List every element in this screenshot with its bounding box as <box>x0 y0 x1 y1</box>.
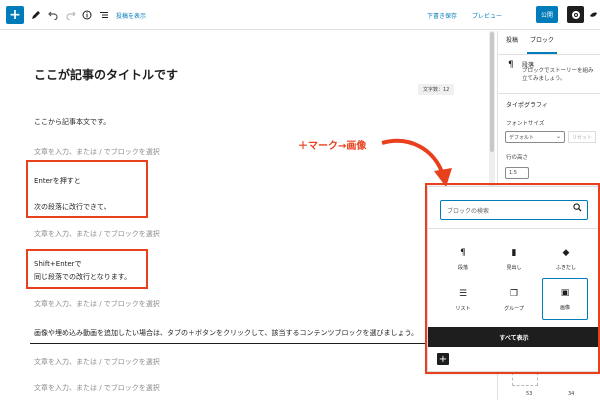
highlight-box-enter <box>26 160 148 218</box>
word-count-badge: 文字数：12 <box>418 84 455 95</box>
pencil-icon[interactable] <box>29 6 43 24</box>
paragraph-placeholder[interactable]: 文章を入力、または / でブロックを選択 <box>34 147 160 157</box>
save-draft-button[interactable]: 下書き保存 <box>427 6 457 24</box>
jetpack-icon[interactable] <box>587 6 599 24</box>
paragraph-icon: ¶ <box>508 60 514 70</box>
highlight-box-inserter <box>425 183 600 374</box>
add-block-icon[interactable]: + <box>6 6 24 24</box>
sidebar-number: 34 <box>568 391 575 397</box>
font-size-label: フォントサイズ <box>506 121 545 127</box>
list-view-icon[interactable] <box>97 6 111 24</box>
post-title[interactable]: ここが記事のタイトルです <box>34 66 178 83</box>
paragraph-block[interactable]: ここから記事本文です。 <box>34 117 110 127</box>
gear-icon[interactable] <box>567 6 584 23</box>
line-height-input[interactable]: 1.5 <box>505 167 529 179</box>
chevron-down-icon: ⌄ <box>555 133 561 140</box>
annotation-label: ＋マーク→画像 <box>298 141 367 152</box>
redo-icon[interactable] <box>64 6 78 24</box>
paragraph-placeholder[interactable]: 文章を入力、または / でブロックを選択 <box>34 299 160 309</box>
info-icon[interactable] <box>80 6 94 24</box>
block-card-description: ブロックでストーリーを組み立てみましょう。 <box>522 68 594 82</box>
divider <box>498 93 600 94</box>
preview-button[interactable]: プレビュー <box>472 6 502 24</box>
show-post-link[interactable]: 投稿を表示 <box>116 6 146 24</box>
highlight-box-shift-enter <box>26 249 148 289</box>
selected-block-underline <box>30 343 427 344</box>
font-size-select[interactable]: デフォルト ⌄ <box>505 131 565 143</box>
undo-icon[interactable] <box>46 6 60 24</box>
divider <box>498 54 600 55</box>
paragraph-block[interactable]: 画像や埋め込み動画を追加したい場合は、タブの＋ボタンをクリックして、該当するコン… <box>34 328 418 338</box>
tab-block[interactable]: ブロック <box>530 35 554 44</box>
scrollbar-thumb[interactable] <box>490 32 494 152</box>
publish-button[interactable]: 公開 <box>536 6 558 23</box>
paragraph-placeholder[interactable]: 文章を入力、または / でブロックを選択 <box>34 229 160 239</box>
sidebar-number: 53 <box>526 391 533 397</box>
typography-panel-title[interactable]: タイポグラフィ <box>506 100 548 109</box>
editor-toolbar: + 投稿を表示 下書き保存 プレビュー 公開 <box>0 0 600 30</box>
line-height-label: 行の高さ <box>506 155 529 161</box>
paragraph-placeholder[interactable]: 文章を入力、または / でブロックを選択 <box>34 357 160 367</box>
font-size-value: デフォルト <box>509 135 535 141</box>
reset-button[interactable]: リセット <box>568 131 596 143</box>
placeholder-box <box>512 372 538 386</box>
paragraph-placeholder[interactable]: 文章を入力、または / でブロックを選択 <box>34 383 160 393</box>
tab-post[interactable]: 投稿 <box>506 35 518 44</box>
